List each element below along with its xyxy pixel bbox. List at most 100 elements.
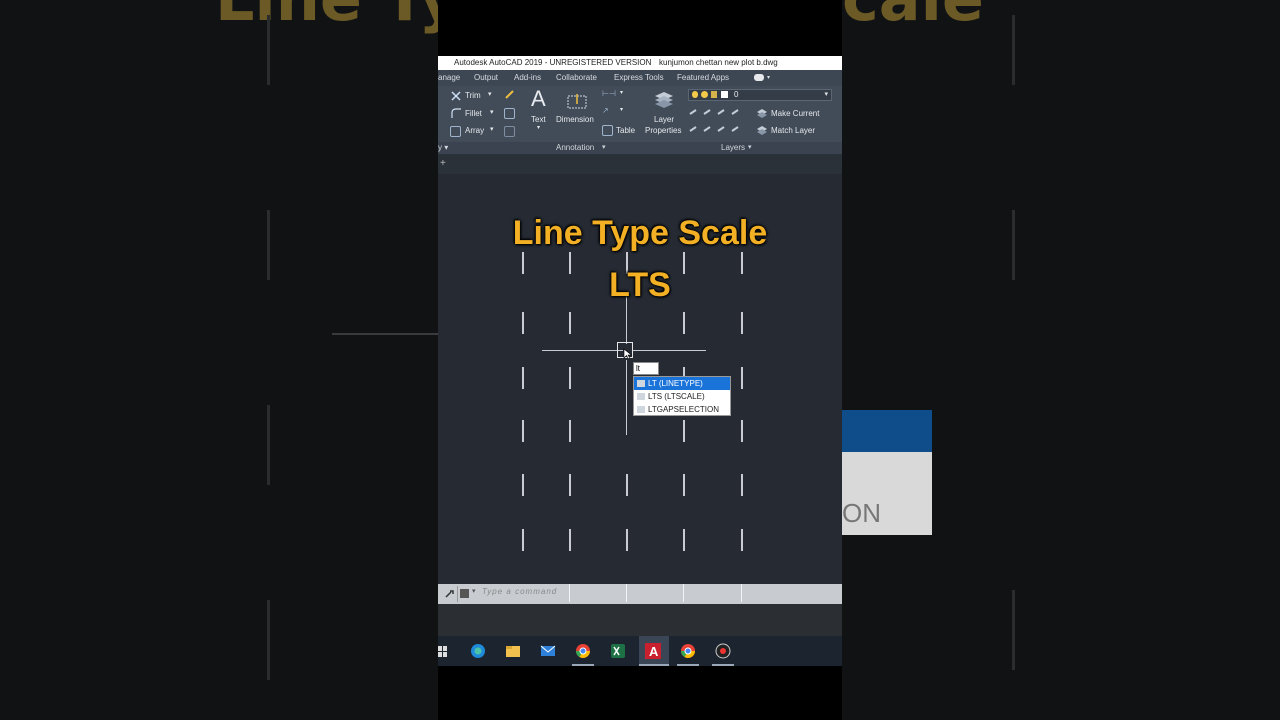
tab-express-tools[interactable]: Express Tools [614, 70, 664, 86]
linetype-dash [683, 529, 685, 551]
layer-properties-label-2[interactable]: Properties [645, 126, 681, 135]
tab-manage[interactable]: anage [438, 70, 460, 86]
layer-dropdown[interactable]: 0 ▾ [688, 89, 832, 101]
array-button[interactable]: Array [465, 126, 484, 135]
trim-button[interactable]: Trim [465, 91, 481, 100]
command-autocomplete-list: LT (LINETYPE) LTS (LTSCALE) LTGAPSELECTI… [633, 376, 731, 416]
tab-output[interactable]: Output [474, 70, 498, 86]
offset-icon[interactable] [504, 126, 515, 137]
leader-dropdown-icon[interactable]: ▾ [620, 106, 623, 113]
ribbon-panel-labels: y ▾ Annotation ▾ Layers ▾ [438, 142, 842, 154]
active-indicator [677, 664, 699, 666]
excel-icon[interactable] [610, 643, 626, 659]
suggestion-label: LTGAPSELECTION [648, 405, 719, 414]
fillet-dropdown-icon[interactable]: ▾ [490, 108, 494, 116]
linetype-dash [522, 312, 524, 334]
layer-dropdown-arrow-icon[interactable]: ▾ [824, 90, 828, 100]
leader-icon[interactable]: ↗ [602, 106, 609, 115]
window-title: Autodesk AutoCAD 2019 - UNREGISTERED VER… [454, 58, 652, 67]
copy-icon[interactable] [504, 108, 515, 119]
background-dash [1012, 210, 1015, 280]
command-prompt-icon[interactable] [460, 589, 469, 598]
linetype-dash [683, 584, 684, 602]
background-dash [267, 15, 270, 85]
layer-on-icon[interactable] [692, 91, 698, 98]
background-popup-text-blur: ON [842, 498, 881, 528]
suggestion-ltscale[interactable]: LTS (LTSCALE) [634, 390, 730, 403]
dimension-icon [567, 94, 587, 109]
table-button[interactable]: Table [616, 126, 635, 135]
tab-collaborate[interactable]: Collaborate [556, 70, 597, 86]
svg-text:A: A [649, 644, 659, 659]
drawing-canvas[interactable]: lt LT (LINETYPE) LTS (LTSCALE) LTGAPSELE… [438, 174, 842, 584]
linetype-dash [626, 584, 627, 602]
dimension-button[interactable]: Dimension [556, 115, 594, 124]
file-explorer-icon[interactable] [505, 643, 521, 659]
chrome-icon[interactable] [575, 643, 591, 659]
linear-dimension-dropdown-icon[interactable]: ▾ [620, 89, 623, 96]
match-layer-icon[interactable] [756, 124, 768, 136]
text-button[interactable]: Text [531, 115, 546, 124]
linetype-dash [569, 474, 571, 496]
make-current-button[interactable]: Make Current [771, 109, 819, 118]
modify-panel-expand-icon[interactable]: y ▾ [438, 142, 448, 154]
screen-recorder-icon[interactable] [715, 643, 731, 659]
title-bar: Autodesk AutoCAD 2019 - UNREGISTERED VER… [438, 56, 842, 70]
wrench-icon[interactable] [444, 589, 456, 599]
suggestion-linetype[interactable]: LT (LINETYPE) [634, 377, 730, 390]
start-icon[interactable] [438, 645, 448, 657]
tab-featured-apps[interactable]: Featured Apps [677, 70, 729, 86]
linetype-dash [741, 584, 742, 602]
background-left-blur: Line Type Scale [0, 0, 438, 720]
layer-freeze-icon[interactable] [701, 91, 708, 98]
layer-properties-label-1[interactable]: Layer [654, 115, 674, 124]
edge-icon[interactable] [470, 643, 486, 659]
array-icon [450, 126, 461, 137]
trim-dropdown-icon[interactable]: ▾ [488, 90, 492, 98]
layers-panel-label[interactable]: Layers [721, 142, 745, 154]
background-dash [267, 405, 270, 485]
mail-icon[interactable] [540, 643, 556, 659]
dynamic-command-input[interactable]: lt [633, 362, 659, 375]
annotation-panel-label[interactable]: Annotation [556, 142, 594, 154]
make-current-icon[interactable] [756, 107, 768, 119]
linear-dimension-icon[interactable]: ⊢⊣ [602, 89, 616, 98]
layer-color-swatch[interactable] [721, 91, 728, 98]
suggestion-ltgapselection[interactable]: LTGAPSELECTION [634, 403, 730, 416]
layer-tools-row2-icon[interactable] [688, 125, 748, 135]
text-dropdown-icon[interactable]: ▾ [537, 124, 540, 131]
background-line [332, 333, 438, 335]
file-name: kunjumon chettan new plot b.dwg [659, 58, 778, 67]
chrome-profile-icon[interactable] [680, 643, 696, 659]
ribbon-tabs: anage Output Add-ins Collaborate Express… [438, 70, 842, 86]
array-dropdown-icon[interactable]: ▾ [490, 125, 494, 133]
background-title-blur: Line Type Scale [215, 0, 438, 35]
layer-tools-row1-icon[interactable] [688, 108, 748, 118]
pencil-icon[interactable] [504, 89, 515, 100]
annotation-panel-expand-icon[interactable]: ▾ [602, 142, 606, 154]
layer-lock-icon[interactable] [711, 91, 717, 98]
crosshair-horizontal-right [633, 350, 706, 351]
ribbon-panel: Trim ▾ Fillet ▾ Array ▾ A Text ▾ Dimensi… [438, 86, 842, 142]
ribbon-dropdown-icon[interactable]: ▾ [767, 70, 770, 86]
tab-add-ins[interactable]: Add-ins [514, 70, 541, 86]
background-dash [1012, 590, 1015, 670]
match-layer-button[interactable]: Match Layer [771, 126, 815, 135]
layers-panel-expand-icon[interactable]: ▾ [748, 142, 752, 154]
new-tab-icon[interactable]: + [440, 159, 450, 169]
linetype-dash [683, 312, 685, 334]
trim-icon [451, 91, 461, 101]
windows-taskbar: A [438, 636, 842, 666]
background-dash [1012, 15, 1015, 85]
command-dropdown-icon[interactable]: ▾ [472, 587, 476, 595]
command-input[interactable]: Type a command [482, 587, 557, 596]
linetype-dash [569, 529, 571, 551]
linetype-dash [569, 312, 571, 334]
autocad-icon[interactable]: A [645, 643, 661, 659]
fillet-button[interactable]: Fillet [465, 109, 482, 118]
ribbon-toggle-icon[interactable] [754, 74, 764, 81]
current-layer-name: 0 [734, 90, 739, 99]
linetype-dash [741, 474, 743, 496]
active-indicator [639, 664, 669, 666]
table-icon [602, 125, 613, 136]
